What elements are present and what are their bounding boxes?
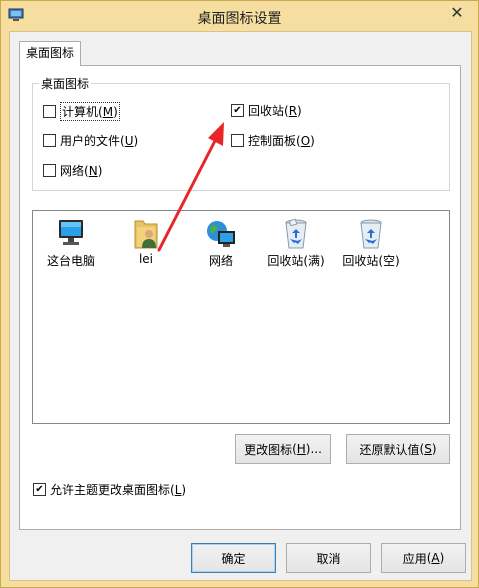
checkbox-allow-theme[interactable]: ✔ 允许主题更改桌面图标(L) [33,481,186,498]
recycle-bin-full-icon [285,218,307,249]
checkbox-user-files[interactable]: 用户的文件(U) [43,132,138,149]
network-icon [207,221,235,247]
icon-label: 回收站(空) [342,254,400,268]
checkbox-user-files-label: 用户的文件(U) [60,134,139,148]
computer-icon [59,220,83,245]
checkbox-recycle-bin-label: 回收站(R) [248,104,302,118]
checkbox-network[interactable]: 网络(N) [43,162,102,179]
checkbox-allow-theme-box[interactable]: ✔ [33,483,46,496]
checkbox-allow-theme-label: 允许主题更改桌面图标(L) [50,483,187,497]
icon-item-recycle-bin-empty[interactable]: 回收站(空) [335,217,407,269]
dialog-window: 桌面图标设置 ✕ 桌面图标 桌面图标 计算机(M) ✔ 回收站(R) 用户的文件… [0,0,479,588]
icon-item-user-folder[interactable]: lei [110,217,182,266]
checkbox-computer-label: 计算机(M) [60,102,120,121]
checkmark-icon: ✔ [233,105,242,116]
desktop-icons-group: 桌面图标 计算机(M) ✔ 回收站(R) 用户的文件(U) 控制面板(O) 网络… [32,75,450,191]
group-title: 桌面图标 [39,75,92,92]
checkbox-network-label: 网络(N) [60,164,103,178]
dialog-client-area: 桌面图标 桌面图标 计算机(M) ✔ 回收站(R) 用户的文件(U) 控制面板(… [9,31,472,581]
checkbox-recycle-bin[interactable]: ✔ 回收站(R) [231,102,302,119]
checkbox-control-panel-label: 控制面板(O) [248,134,315,148]
icon-label: 网络 [208,254,233,268]
checkmark-icon: ✔ [35,484,44,495]
checkbox-user-files-box[interactable] [43,134,56,147]
checkbox-control-panel-box[interactable] [231,134,244,147]
close-icon: ✕ [450,2,464,22]
icon-item-this-pc[interactable]: 这台电脑 [35,217,107,269]
icon-label: 回收站(满) [267,254,325,268]
icon-list-view[interactable]: 这台电脑 lei 网络 回收站(满) 回收站(空) [32,210,450,424]
window-title: 桌面图标设置 [197,11,282,27]
ok-button[interactable]: 确定 [191,543,276,573]
apply-button[interactable]: 应用(A) [381,543,466,573]
icon-item-recycle-bin-full[interactable]: 回收站(满) [260,217,332,269]
icon-item-network[interactable]: 网络 [185,217,257,269]
restore-default-button[interactable]: 还原默认值(S) [346,434,450,464]
recycle-bin-empty-icon [360,219,382,249]
cancel-button[interactable]: 取消 [286,543,371,573]
close-button[interactable]: ✕ [441,1,473,23]
tab-desktop-icons[interactable]: 桌面图标 [19,41,81,66]
checkbox-network-box[interactable] [43,164,56,177]
title-bar[interactable]: 桌面图标设置 ✕ [1,1,478,31]
change-icon-button[interactable]: 更改图标(H)... [235,434,331,464]
checkbox-recycle-bin-box[interactable]: ✔ [231,104,244,117]
checkbox-computer-box[interactable] [43,105,56,118]
icon-label: 这台电脑 [46,254,95,268]
icon-label: lei [138,252,154,266]
tab-panel: 桌面图标 计算机(M) ✔ 回收站(R) 用户的文件(U) 控制面板(O) 网络… [19,65,461,530]
user-folder-icon [134,220,158,249]
checkbox-computer[interactable]: 计算机(M) [43,102,120,121]
checkbox-control-panel[interactable]: 控制面板(O) [231,132,315,149]
